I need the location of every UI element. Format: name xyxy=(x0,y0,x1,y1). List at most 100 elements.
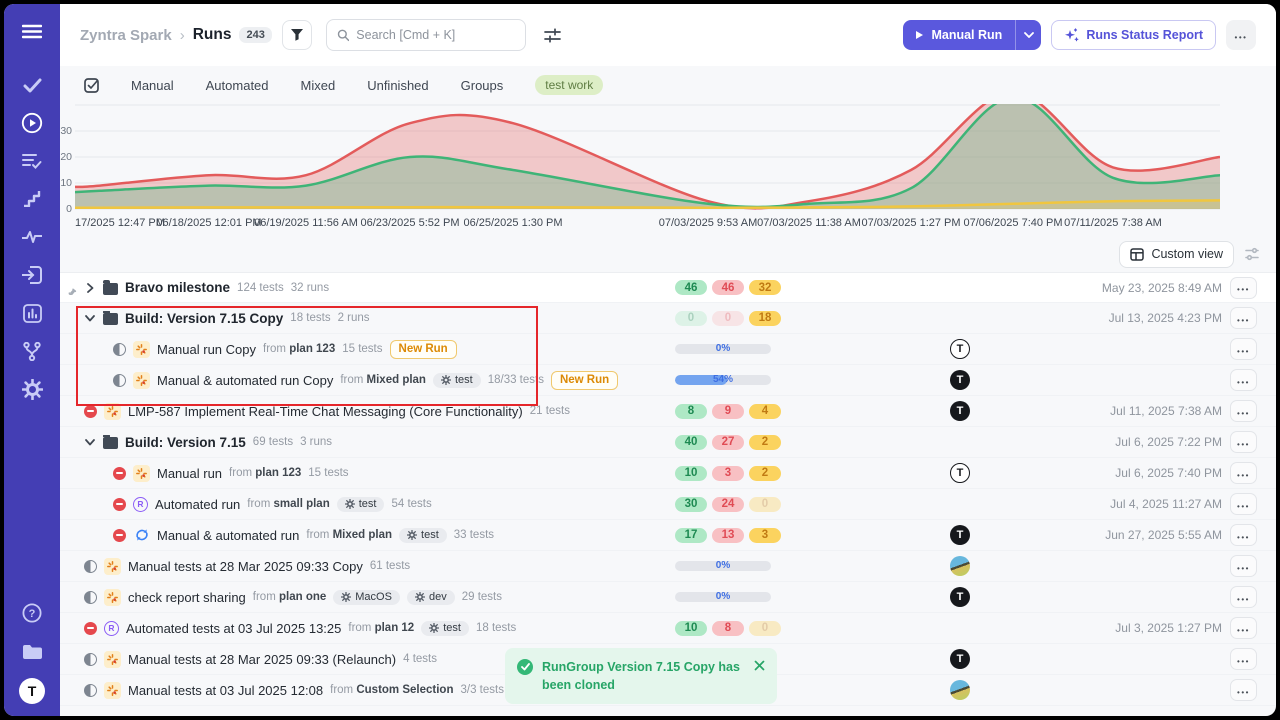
row-more-button[interactable] xyxy=(1230,369,1257,391)
run-title[interactable]: Build: Version 7.15 xyxy=(125,435,246,450)
environment-tag[interactable]: MacOS xyxy=(333,590,400,605)
run-title[interactable]: Manual run Copy xyxy=(157,342,256,357)
ellipsis-icon xyxy=(1237,280,1250,295)
chevron-down-icon[interactable] xyxy=(84,438,96,446)
run-title[interactable]: Automated tests at 03 Jul 2025 13:25 xyxy=(126,621,341,636)
assignee-avatar[interactable]: T xyxy=(950,401,970,421)
test-plans-icon[interactable] xyxy=(21,150,43,172)
tests-count: 15 tests xyxy=(308,467,348,479)
assignee-avatar[interactable]: T xyxy=(950,587,970,607)
filter-button[interactable] xyxy=(282,20,312,50)
run-title[interactable]: Manual tests at 28 Mar 2025 09:33 Copy xyxy=(128,559,363,574)
run-row[interactable]: LMP-587 Implement Real-Time Chat Messagi… xyxy=(60,396,1276,427)
result-badge-green: 0 xyxy=(675,311,707,326)
run-row[interactable]: Manual run Copyfrom plan 12315 testsNew … xyxy=(60,334,1276,365)
group-row[interactable]: Build: Version 7.15 Copy18 tests2 runs 0… xyxy=(60,303,1276,334)
settings-gear-icon[interactable] xyxy=(21,378,43,400)
row-more-button[interactable] xyxy=(1230,277,1257,299)
row-more-button[interactable] xyxy=(1230,679,1257,701)
reports-chart-icon[interactable] xyxy=(21,302,43,324)
row-more-button[interactable] xyxy=(1230,617,1257,639)
search-box[interactable] xyxy=(326,19,526,51)
run-title[interactable]: Manual tests at 03 Jul 2025 12:08 xyxy=(128,683,323,698)
testcases-check-icon[interactable] xyxy=(21,74,43,96)
assignee-avatar[interactable]: T xyxy=(950,339,970,359)
custom-view-button[interactable]: Custom view xyxy=(1119,241,1234,268)
assignee-avatar[interactable]: T xyxy=(950,649,970,669)
run-title[interactable]: Manual tests at 28 Mar 2025 09:33 (Relau… xyxy=(128,652,396,667)
run-title[interactable]: Build: Version 7.15 Copy xyxy=(125,311,283,326)
activity-pulse-icon[interactable] xyxy=(21,226,43,248)
assignee-avatar[interactable]: T xyxy=(950,370,970,390)
column-settings-icon[interactable] xyxy=(1244,247,1260,261)
assignee-avatar[interactable]: T xyxy=(950,463,970,483)
result-badge-red: 0 xyxy=(712,311,744,326)
runs-status-report-button[interactable]: Runs Status Report xyxy=(1051,20,1216,50)
row-more-button[interactable] xyxy=(1230,524,1257,546)
run-title[interactable]: Bravo milestone xyxy=(125,280,230,295)
status-progress-icon xyxy=(84,591,97,604)
header-more-button[interactable] xyxy=(1226,20,1256,50)
row-more-button[interactable] xyxy=(1230,586,1257,608)
run-row[interactable]: RAutomated runfrom small plantest54 test… xyxy=(60,489,1276,520)
chevron-right-icon[interactable] xyxy=(84,283,96,293)
run-from: from Mixed plan xyxy=(340,374,426,386)
row-more-button[interactable] xyxy=(1230,431,1257,453)
run-title[interactable]: LMP-587 Implement Real-Time Chat Messagi… xyxy=(128,404,523,419)
row-date: Jun 27, 2025 5:55 AM xyxy=(1015,528,1230,542)
run-row[interactable]: check report sharingfrom plan oneMacOSde… xyxy=(60,582,1276,613)
runs-play-icon[interactable] xyxy=(21,112,43,134)
assignee-avatar[interactable]: T xyxy=(950,525,970,545)
projects-folder-icon[interactable] xyxy=(21,640,43,662)
branch-icon[interactable] xyxy=(21,340,43,362)
run-title[interactable]: Manual run xyxy=(157,466,222,481)
environment-tag[interactable]: test xyxy=(337,497,385,512)
user-avatar[interactable]: T xyxy=(19,678,45,704)
run-row[interactable]: Manual runfrom plan 12315 tests 1032 T J… xyxy=(60,458,1276,489)
group-row[interactable]: Bravo milestone124 tests32 runs 464632 M… xyxy=(60,272,1276,303)
toast-close-icon[interactable] xyxy=(754,659,765,674)
manual-run-dropdown-button[interactable] xyxy=(1015,20,1041,50)
status-stopped-icon xyxy=(84,622,97,635)
tab-manual[interactable]: Manual xyxy=(131,78,174,93)
run-title[interactable]: Manual & automated run xyxy=(157,528,299,543)
environment-tag[interactable]: test xyxy=(421,621,469,636)
milestones-steps-icon[interactable] xyxy=(21,188,43,210)
environment-tag[interactable]: dev xyxy=(407,590,455,605)
manual-run-button[interactable]: Manual Run xyxy=(903,20,1015,50)
tabs-container: Manual Automated Mixed Unfinished Groups xyxy=(131,78,503,93)
tab-groups[interactable]: Groups xyxy=(461,78,504,93)
search-settings-icon[interactable] xyxy=(544,28,561,43)
row-more-button[interactable] xyxy=(1230,555,1257,577)
search-input[interactable] xyxy=(356,28,515,42)
row-more-button[interactable] xyxy=(1230,462,1257,484)
tab-unfinished[interactable]: Unfinished xyxy=(367,78,428,93)
breadcrumb-project[interactable]: Zyntra Spark xyxy=(80,27,172,44)
help-icon[interactable]: ? xyxy=(21,602,43,624)
active-filter-badge[interactable]: test work xyxy=(535,75,603,95)
assignee-avatar[interactable] xyxy=(950,680,970,700)
group-row[interactable]: Build: Version 7.1569 tests3 runs 40272 … xyxy=(60,427,1276,458)
assignee-avatar[interactable] xyxy=(950,556,970,576)
tab-automated[interactable]: Automated xyxy=(206,78,269,93)
menu-icon[interactable] xyxy=(21,20,43,42)
import-icon[interactable] xyxy=(21,264,43,286)
run-row[interactable]: Manual tests at 28 Mar 2025 09:33 Copy61… xyxy=(60,551,1276,582)
run-title[interactable]: check report sharing xyxy=(128,590,246,605)
tab-mixed[interactable]: Mixed xyxy=(301,78,336,93)
chevron-down-icon[interactable] xyxy=(84,314,96,322)
run-from: from plan 123 xyxy=(263,343,335,355)
run-title[interactable]: Automated run xyxy=(155,497,240,512)
environment-tag[interactable]: test xyxy=(399,528,447,543)
run-title[interactable]: Manual & automated run Copy xyxy=(157,373,333,388)
run-row[interactable]: Manual & automated run Copy from Mixed pl… xyxy=(60,365,1276,396)
select-runs-icon[interactable] xyxy=(84,78,99,93)
row-more-button[interactable] xyxy=(1230,338,1257,360)
environment-tag[interactable]: test xyxy=(433,373,481,388)
row-more-button[interactable] xyxy=(1230,400,1257,422)
run-row[interactable]: Manual & automated runfrom Mixed plantes… xyxy=(60,520,1276,551)
run-row[interactable]: RAutomated tests at 03 Jul 2025 13:25fro… xyxy=(60,613,1276,644)
row-more-button[interactable] xyxy=(1230,648,1257,670)
row-more-button[interactable] xyxy=(1230,493,1257,515)
row-more-button[interactable] xyxy=(1230,307,1257,329)
